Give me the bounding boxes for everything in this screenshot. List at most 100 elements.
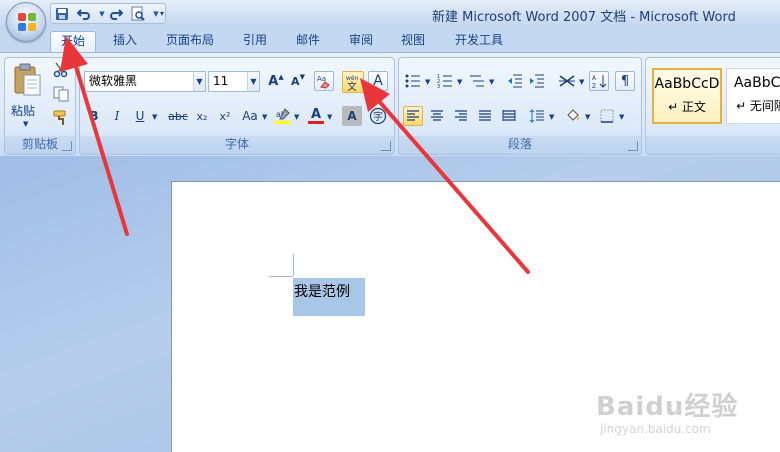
cut-button[interactable] bbox=[51, 60, 71, 80]
font-name-value: 微软雅黑 bbox=[89, 74, 138, 88]
tab-developer[interactable]: 开发工具 bbox=[444, 31, 514, 52]
italic-button[interactable]: I bbox=[107, 106, 127, 126]
tab-review[interactable]: 审阅 bbox=[340, 31, 382, 52]
undo-icon[interactable] bbox=[75, 6, 93, 22]
strikethrough-button[interactable]: abc bbox=[166, 106, 190, 126]
borders-dropdown-icon[interactable]: ▼ bbox=[619, 113, 624, 121]
selected-text[interactable]: 我是范例 bbox=[293, 278, 365, 316]
align-center-button[interactable] bbox=[427, 106, 447, 126]
tab-references[interactable]: 引用 bbox=[234, 31, 276, 52]
justify-button[interactable] bbox=[475, 106, 495, 126]
phonetic-guide-button[interactable]: wén 文 bbox=[342, 71, 364, 93]
line-spacing-icon bbox=[529, 109, 544, 123]
font-size-value: 11 bbox=[213, 74, 229, 88]
numbering-button[interactable]: 123 bbox=[435, 71, 455, 91]
borders-button[interactable] bbox=[597, 106, 617, 126]
save-icon[interactable] bbox=[53, 6, 71, 22]
tab-view[interactable]: 视图 bbox=[392, 31, 434, 52]
align-left-button[interactable] bbox=[403, 106, 423, 126]
justify-icon bbox=[479, 110, 491, 121]
paragraph-launcher-icon[interactable] bbox=[628, 141, 638, 151]
bullets-button[interactable] bbox=[403, 71, 423, 91]
style-normal[interactable]: AaBbCcD ↵ 正文 bbox=[652, 68, 722, 124]
character-border-button[interactable]: A bbox=[368, 71, 388, 91]
clear-formatting-button[interactable]: Aa bbox=[314, 71, 334, 91]
numbering-dropdown-icon[interactable]: ▼ bbox=[457, 78, 462, 86]
customize-qat-icon[interactable]: ▾ bbox=[160, 9, 164, 18]
window-title: 新建 Microsoft Word 2007 文档 - Microsoft Wo… bbox=[432, 10, 736, 25]
clipboard-group: 粘贴 ▼ 剪贴板 bbox=[4, 57, 76, 155]
watermark-main: Baidu经验 bbox=[596, 392, 739, 422]
ribbon: 粘贴 ▼ 剪贴板 微软雅黑 ▼ 11 ▼ A ▲ A ▼ Aa wén 文 A … bbox=[0, 52, 780, 156]
font-name-combo[interactable]: 微软雅黑 ▼ bbox=[84, 71, 206, 92]
shrink-font-button[interactable]: A ▼ bbox=[288, 71, 308, 91]
align-right-button[interactable] bbox=[451, 106, 471, 126]
chinese-layout-button[interactable] bbox=[557, 71, 577, 91]
decrease-indent-button[interactable] bbox=[505, 71, 525, 91]
shading-button[interactable] bbox=[563, 106, 583, 126]
borders-icon bbox=[600, 109, 614, 123]
enclose-characters-button[interactable]: 字 bbox=[368, 106, 388, 126]
baidu-watermark: Baidu经验 jingyan.baidu.com bbox=[596, 386, 776, 450]
distributed-button[interactable] bbox=[499, 106, 519, 126]
font-color-dropdown-icon[interactable]: ▼ bbox=[327, 113, 332, 121]
line-spacing-dropdown-icon[interactable]: ▼ bbox=[549, 113, 554, 121]
font-name-dropdown-icon[interactable]: ▼ bbox=[193, 72, 205, 91]
line-spacing-button[interactable] bbox=[527, 106, 547, 126]
sort-button[interactable]: AZ bbox=[589, 71, 609, 91]
tab-page-layout[interactable]: 页面布局 bbox=[156, 31, 224, 52]
underline-button[interactable]: U bbox=[130, 106, 150, 126]
underline-dropdown-icon[interactable]: ▼ bbox=[152, 113, 157, 121]
scissors-icon bbox=[53, 62, 68, 78]
font-size-combo[interactable]: 11 ▼ bbox=[208, 71, 260, 92]
shrink-font-label: A bbox=[291, 74, 300, 88]
svg-text:3: 3 bbox=[437, 84, 440, 89]
font-size-dropdown-icon[interactable]: ▼ bbox=[247, 72, 259, 91]
enclose-characters-glyph: 字 bbox=[373, 110, 383, 123]
clear-formatting-icon: Aa bbox=[317, 75, 330, 89]
increase-indent-icon bbox=[530, 74, 544, 88]
grow-font-label: A bbox=[268, 73, 279, 89]
copy-button[interactable] bbox=[51, 84, 71, 104]
font-launcher-icon[interactable] bbox=[381, 141, 391, 151]
office-button[interactable] bbox=[6, 2, 46, 42]
ribbon-tabs: 开始 插入 页面布局 引用 邮件 审阅 视图 开发工具 bbox=[0, 28, 780, 52]
subscript-button[interactable]: x₂ bbox=[192, 106, 212, 126]
change-case-dropdown-icon[interactable]: ▼ bbox=[262, 113, 267, 121]
increase-indent-button[interactable] bbox=[527, 71, 547, 91]
chinese-layout-dropdown-icon[interactable]: ▼ bbox=[579, 78, 584, 86]
clipboard-launcher-icon[interactable] bbox=[62, 141, 72, 151]
paste-button[interactable]: 粘贴 ▼ bbox=[9, 60, 45, 132]
sort-icon: AZ bbox=[592, 75, 607, 89]
tab-mailings[interactable]: 邮件 bbox=[287, 31, 329, 52]
multilevel-dropdown-icon[interactable]: ▼ bbox=[489, 78, 494, 86]
paste-dropdown-icon[interactable]: ▼ bbox=[23, 120, 28, 128]
tab-home[interactable]: 开始 bbox=[50, 31, 96, 52]
change-case-button[interactable]: Aa bbox=[238, 106, 262, 126]
font-color-button[interactable]: A bbox=[306, 106, 326, 126]
highlight-button[interactable]: ab bbox=[273, 106, 293, 126]
redo-icon[interactable] bbox=[107, 6, 125, 22]
title-bar: ▼ ▼ ▾ 新建 Microsoft Word 2007 文档 - Micros… bbox=[0, 0, 780, 28]
format-painter-icon bbox=[53, 110, 66, 125]
styles-group-label bbox=[646, 136, 780, 154]
watermark-sub: jingyan.baidu.com bbox=[600, 422, 711, 436]
bullets-dropdown-icon[interactable]: ▼ bbox=[425, 78, 430, 86]
margin-mark-horizontal bbox=[269, 276, 293, 277]
style-no-spacing[interactable]: AaBbCc ↵ 无间隔 bbox=[726, 68, 780, 124]
character-shading-button[interactable]: A bbox=[342, 106, 362, 126]
margin-mark-vertical bbox=[293, 254, 294, 276]
grow-font-button[interactable]: A ▲ bbox=[266, 71, 286, 91]
highlight-dropdown-icon[interactable]: ▼ bbox=[294, 113, 299, 121]
print-preview-icon[interactable] bbox=[129, 6, 147, 22]
multilevel-list-button[interactable] bbox=[467, 71, 487, 91]
shading-dropdown-icon[interactable]: ▼ bbox=[585, 113, 590, 121]
tab-insert[interactable]: 插入 bbox=[104, 31, 146, 52]
bold-button[interactable]: B bbox=[84, 106, 104, 126]
decrease-indent-icon bbox=[508, 74, 522, 88]
show-marks-button[interactable]: ¶ bbox=[615, 71, 635, 91]
pilcrow-icon: ¶ bbox=[620, 73, 630, 89]
superscript-button[interactable]: x² bbox=[215, 106, 235, 126]
format-painter-button[interactable] bbox=[51, 108, 71, 128]
office-logo-icon bbox=[18, 13, 36, 31]
